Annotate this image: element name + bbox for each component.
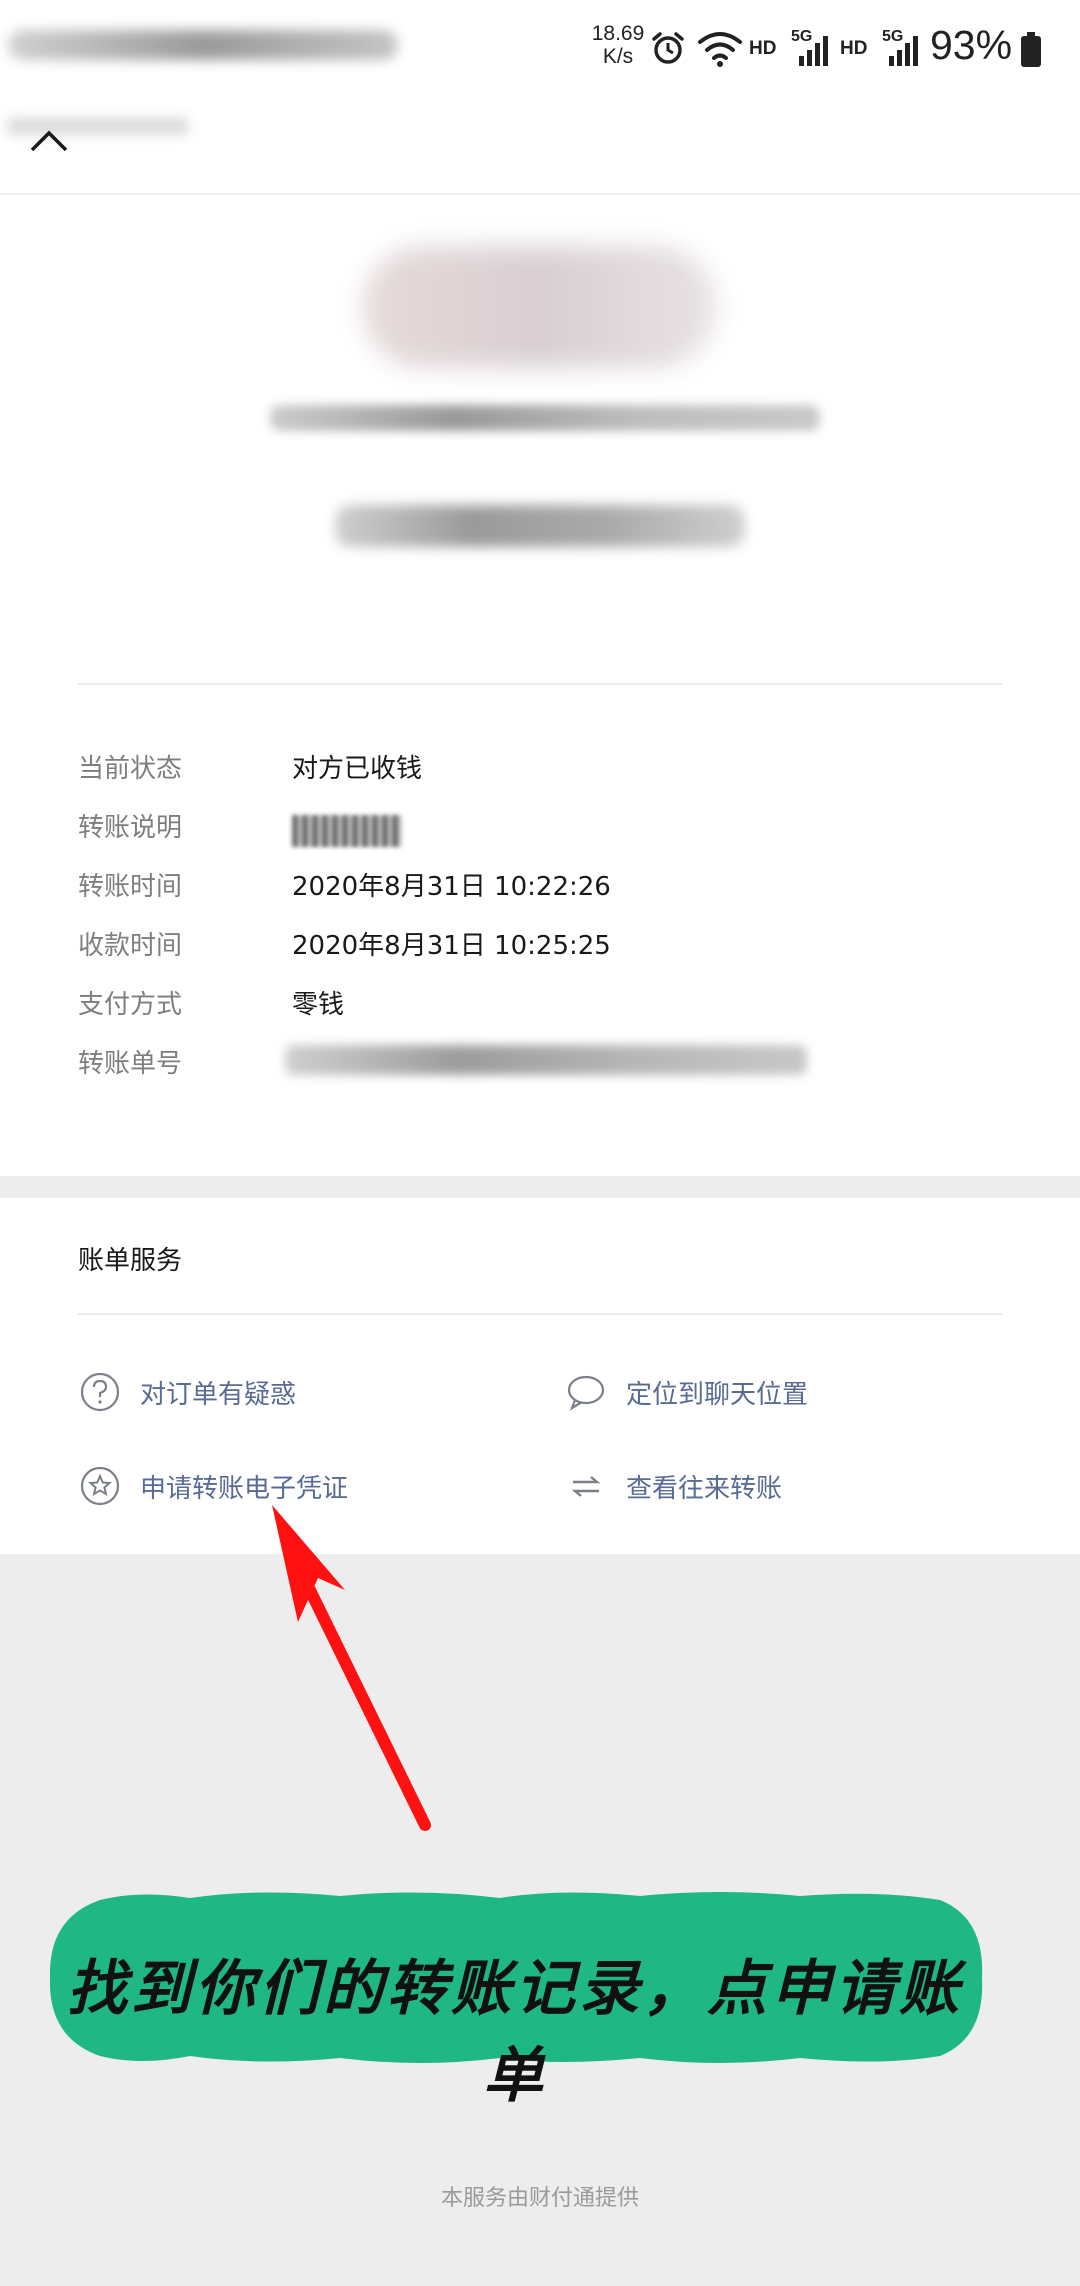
battery-percent: 93% xyxy=(930,22,1013,68)
receive-time-value: 2020年8月31日 10:25:25 xyxy=(292,931,611,961)
alarm-icon xyxy=(650,30,686,70)
section-gap xyxy=(0,1176,1080,1198)
locate-chat-label: 定位到聊天位置 xyxy=(626,1379,809,1410)
locate-chat-link[interactable]: 定位到聊天位置 xyxy=(564,1366,808,1418)
question-circle-icon xyxy=(78,1370,122,1414)
signal-icon xyxy=(797,34,831,70)
swap-arrows-icon xyxy=(564,1464,608,1508)
chat-bubble-icon xyxy=(564,1370,608,1414)
net-speed: 18.69 K/s xyxy=(591,22,645,68)
nav-divider xyxy=(0,193,1080,195)
transfer-time-value: 2020年8月31日 10:22:26 xyxy=(292,872,611,902)
close-button[interactable] xyxy=(24,118,74,168)
view-transfers-link[interactable]: 查看往来转账 xyxy=(564,1460,782,1512)
chevron-up-icon xyxy=(30,130,68,152)
battery-icon xyxy=(1020,32,1042,72)
blurred-note-value xyxy=(292,815,402,847)
transfer-time-label: 转账时间 xyxy=(78,872,183,902)
note-label: 转账说明 xyxy=(78,813,183,843)
status-bar: 18.69 K/s HD 5G HD 5G 93% xyxy=(0,0,1080,100)
hd-label-1: HD xyxy=(749,38,777,59)
divider xyxy=(78,1313,1002,1315)
view-transfers-label: 查看往来转账 xyxy=(626,1473,783,1504)
divider xyxy=(78,683,1002,685)
blurred-order-number xyxy=(285,1045,807,1075)
payment-method-label: 支付方式 xyxy=(78,990,183,1020)
star-badge-icon xyxy=(78,1464,122,1508)
instruction-banner-text: 找到你们的转账记录，点申请账单 xyxy=(67,1954,963,2111)
order-question-link[interactable]: 对订单有疑惑 xyxy=(78,1366,296,1418)
bill-service-title: 账单服务 xyxy=(78,1246,183,1276)
signal-icon xyxy=(887,34,921,70)
blurred-summary-line xyxy=(270,405,820,431)
payment-method-value: 零钱 xyxy=(292,990,345,1020)
blurred-summary-line xyxy=(335,505,745,547)
hd-label-2: HD xyxy=(840,38,868,59)
footer-text: 本服务由财付通提供 xyxy=(440,2186,639,2211)
blurred-amount xyxy=(362,246,717,368)
order-number-label: 转账单号 xyxy=(78,1049,183,1079)
wifi-icon xyxy=(697,28,743,72)
order-question-label: 对订单有疑惑 xyxy=(140,1379,297,1410)
receive-time-label: 收款时间 xyxy=(78,931,183,961)
apply-voucher-link[interactable]: 申请转账电子凭证 xyxy=(78,1460,348,1512)
apply-voucher-label: 申请转账电子凭证 xyxy=(140,1473,349,1504)
status-value: 对方已收钱 xyxy=(292,754,423,784)
blurred-carrier-info xyxy=(8,30,398,60)
status-label: 当前状态 xyxy=(78,754,183,784)
